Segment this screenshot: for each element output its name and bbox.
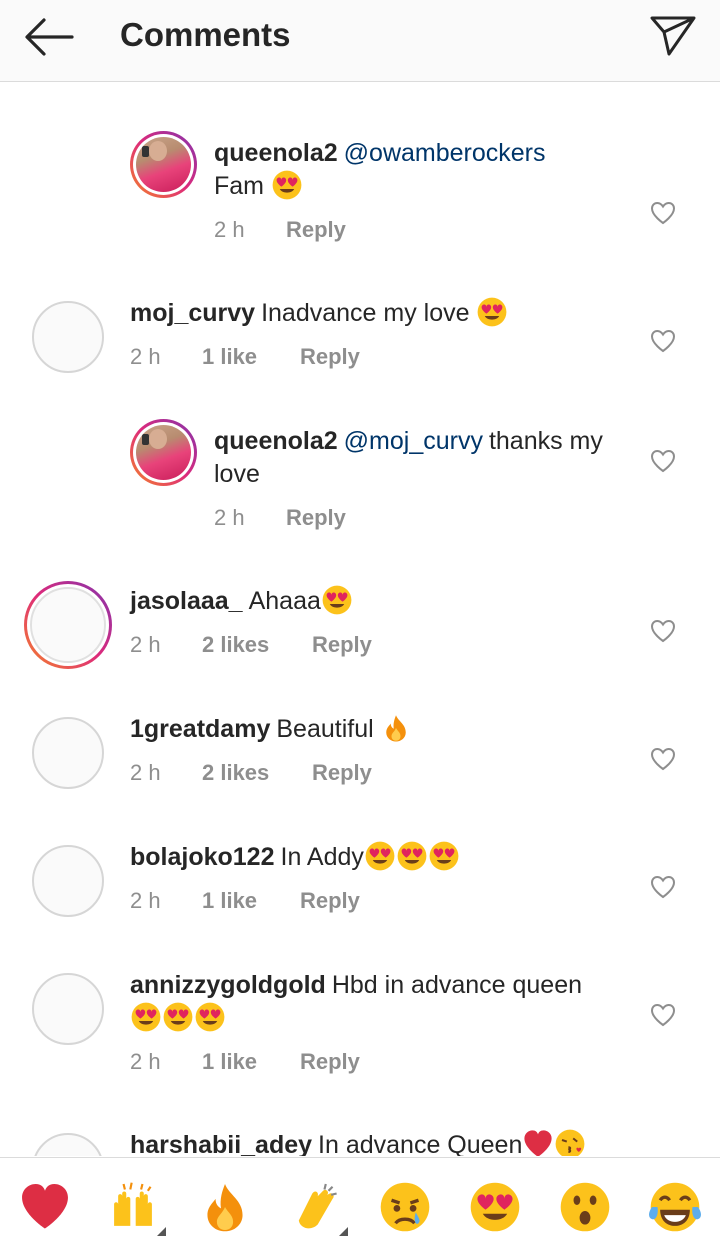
comment-text: harshabii_adey In advance Queen	[130, 1129, 650, 1156]
reply-button[interactable]: Reply	[312, 630, 372, 660]
reply-button[interactable]: Reply	[300, 886, 360, 916]
fire-emoji-icon	[381, 712, 411, 744]
reply-button[interactable]: Reply	[300, 342, 360, 372]
comment-text: moj_curvy Inadvance my love	[130, 297, 630, 330]
comment-text: 1greatdamy Beautiful	[130, 713, 630, 746]
comment-body: In advance Queen	[318, 1131, 523, 1156]
comment-text: queenola2 @moj_curvy thanks my love	[214, 425, 614, 491]
heart-eyes-emoji-icon	[130, 1001, 162, 1033]
likes-count[interactable]: 1 like	[202, 1047, 257, 1077]
comment-username[interactable]: jasolaaa_	[130, 587, 243, 615]
comment-time: 2 h	[130, 344, 161, 369]
comment-text: jasolaaa_ Ahaaa	[130, 585, 630, 618]
comment-time: 2 h	[130, 760, 161, 785]
comment-username[interactable]: bolajoko122	[130, 843, 275, 871]
comment-body: Beautiful	[276, 715, 374, 743]
heart-eyes-emoji-icon	[321, 584, 353, 616]
quick-reactions-bar	[0, 1157, 720, 1244]
like-heart-icon[interactable]	[650, 875, 676, 899]
comment-time: 2 h	[130, 1049, 161, 1074]
raising-hands-icon[interactable]	[106, 1180, 166, 1236]
heart-eyes-emoji-icon	[271, 169, 303, 201]
comment-time: 2 h	[214, 217, 245, 242]
heart-eyes-emoji-icon	[162, 1001, 194, 1033]
more-variants-icon	[339, 1227, 348, 1236]
comment-time: 2 h	[130, 888, 161, 913]
like-heart-icon[interactable]	[650, 329, 676, 353]
comments-list[interactable]: queenola2 @owamberockers Fam 2 h Reply moj…	[0, 83, 720, 1156]
avatar[interactable]	[130, 419, 197, 486]
like-heart-icon[interactable]	[650, 449, 676, 473]
avatar[interactable]	[32, 973, 104, 1045]
like-heart-icon[interactable]	[650, 201, 676, 225]
comment-username[interactable]: annizzygoldgold	[130, 971, 326, 999]
back-arrow-icon[interactable]	[20, 14, 76, 60]
comment-username[interactable]: queenola2	[214, 427, 338, 455]
reply-button[interactable]: Reply	[312, 758, 372, 788]
likes-count[interactable]: 2 likes	[202, 630, 269, 660]
avatar[interactable]	[32, 301, 104, 373]
comment-username[interactable]: queenola2	[214, 139, 338, 167]
comment-meta: 2 h 1 like Reply	[130, 342, 430, 372]
heart-eyes-emoji-icon	[428, 840, 460, 872]
comment-time: 2 h	[130, 632, 161, 657]
likes-count[interactable]: 1 like	[202, 342, 257, 372]
like-heart-icon[interactable]	[650, 747, 676, 771]
kissing-face-emoji-icon	[554, 1128, 586, 1156]
comment-body: Hbd in advance queen	[331, 971, 583, 999]
comment-body: Ahaaa	[248, 587, 321, 615]
reply-button[interactable]: Reply	[286, 215, 346, 245]
comment-mention[interactable]: @moj_curvy	[344, 427, 483, 455]
like-heart-icon[interactable]	[650, 1003, 676, 1027]
fire-icon[interactable]	[198, 1180, 252, 1234]
comment-body: Fam	[214, 172, 264, 200]
red-heart-icon[interactable]	[18, 1180, 72, 1234]
likes-count[interactable]: 1 like	[202, 886, 257, 916]
clapping-hands-icon[interactable]	[288, 1180, 348, 1236]
reply-button[interactable]: Reply	[286, 503, 346, 533]
comment-text: annizzygoldgold Hbd in advance queen	[130, 969, 630, 1035]
avatar[interactable]	[24, 581, 112, 669]
avatar[interactable]	[32, 845, 104, 917]
comment-mention[interactable]: @owamberockers	[344, 139, 546, 167]
avatar[interactable]	[32, 1133, 104, 1156]
heart-eyes-emoji-icon	[396, 840, 428, 872]
tears-of-joy-face-icon[interactable]	[648, 1180, 702, 1234]
top-bar: Comments	[0, 0, 720, 82]
comment-text: bolajoko122 In Addy	[130, 841, 630, 874]
heart-eyes-emoji-icon	[476, 296, 508, 328]
comment-username[interactable]: moj_curvy	[130, 299, 255, 327]
heart-eyes-emoji-icon	[194, 1001, 226, 1033]
comment-username[interactable]: harshabii_adey	[130, 1131, 312, 1156]
like-heart-icon[interactable]	[650, 619, 676, 643]
avatar[interactable]	[32, 717, 104, 789]
comment-text: queenola2 @owamberockers Fam	[214, 137, 634, 203]
comment-meta: 2 h Reply	[214, 215, 514, 245]
direct-message-icon[interactable]	[648, 12, 698, 58]
comment-time: 2 h	[214, 505, 245, 530]
comment-meta: 2 h Reply	[214, 503, 514, 533]
crying-face-icon[interactable]	[378, 1180, 432, 1234]
reply-button[interactable]: Reply	[300, 1047, 360, 1077]
comment-meta: 2 h 2 likes Reply	[130, 630, 430, 660]
comment-body: In Addy	[280, 843, 364, 871]
surprised-face-icon[interactable]	[558, 1180, 612, 1234]
comment-meta: 2 h 1 like Reply	[130, 1047, 430, 1077]
likes-count[interactable]: 2 likes	[202, 758, 269, 788]
comment-body: Inadvance my love	[261, 299, 470, 327]
red-heart-emoji-icon	[522, 1128, 554, 1156]
avatar[interactable]	[130, 131, 197, 198]
page-title: Comments	[120, 16, 291, 53]
heart-eyes-face-icon[interactable]	[468, 1180, 522, 1234]
heart-eyes-emoji-icon	[364, 840, 396, 872]
more-variants-icon	[157, 1227, 166, 1236]
comment-username[interactable]: 1greatdamy	[130, 715, 270, 743]
comment-meta: 2 h 1 like Reply	[130, 886, 430, 916]
comment-meta: 2 h 2 likes Reply	[130, 758, 430, 788]
